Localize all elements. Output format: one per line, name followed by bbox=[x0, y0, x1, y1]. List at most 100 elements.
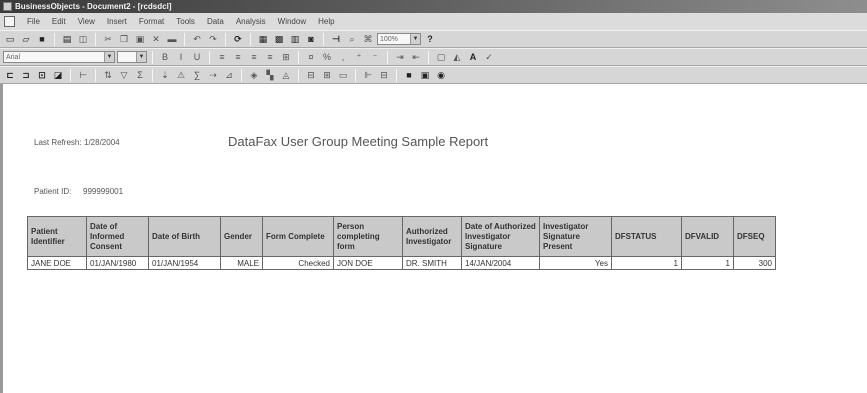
column-header[interactable]: Patient Identifier bbox=[27, 216, 87, 257]
column-header[interactable]: Gender bbox=[220, 216, 263, 257]
filter-icon[interactable]: ▽ bbox=[117, 69, 131, 82]
find-icon[interactable]: ⌘ bbox=[361, 33, 375, 46]
column-header[interactable]: Date of Authorized Investigator Signatur… bbox=[461, 216, 540, 257]
bold-icon[interactable]: B bbox=[158, 51, 172, 64]
report-manager-icon[interactable]: ◬ bbox=[279, 69, 293, 82]
publish-icon[interactable]: ■ bbox=[402, 69, 416, 82]
cell-person-completing-form[interactable]: JON DOE bbox=[333, 256, 403, 270]
menu-window[interactable]: Window bbox=[272, 17, 312, 26]
open-icon[interactable]: ▱ bbox=[19, 33, 33, 46]
variable-icon[interactable]: ⇢ bbox=[206, 69, 220, 82]
border-icon[interactable]: ▢ bbox=[434, 51, 448, 64]
print-icon[interactable]: ▤ bbox=[60, 33, 74, 46]
outline-icon[interactable]: ⊿ bbox=[222, 69, 236, 82]
column-header[interactable]: Authorized Investigator bbox=[402, 216, 462, 257]
outdent-icon[interactable]: ⇤ bbox=[409, 51, 423, 64]
menu-insert[interactable]: Insert bbox=[101, 17, 133, 26]
insert-chart-icon[interactable]: ⊡ bbox=[35, 69, 49, 82]
font-size-select[interactable]: ▼ bbox=[117, 51, 147, 63]
cell-authorized-investigator[interactable]: DR. SMITH bbox=[402, 256, 462, 270]
column-header[interactable]: Person completing form bbox=[333, 216, 403, 257]
italic-icon[interactable]: I bbox=[174, 51, 188, 64]
ranking-icon[interactable]: ⇣ bbox=[158, 69, 172, 82]
menu-tools[interactable]: Tools bbox=[170, 17, 201, 26]
undo-icon[interactable]: ↶ bbox=[190, 33, 204, 46]
insert-cell-icon[interactable]: ◪ bbox=[51, 69, 65, 82]
justify-icon[interactable]: ≡ bbox=[263, 51, 277, 64]
alerter-icon[interactable]: ⚠ bbox=[174, 69, 188, 82]
analysis-icon[interactable]: ◙ bbox=[304, 33, 318, 46]
zoom-icon[interactable]: ⌕ bbox=[345, 33, 359, 46]
cell-date-of-signature[interactable]: 14/JAN/2004 bbox=[461, 256, 540, 270]
menu-edit[interactable]: Edit bbox=[46, 17, 72, 26]
percent-icon[interactable]: % bbox=[320, 51, 334, 64]
font-color-icon[interactable]: A bbox=[466, 51, 480, 64]
underline-icon[interactable]: U bbox=[190, 51, 204, 64]
sort-icon[interactable]: ⇅ bbox=[101, 69, 115, 82]
cell-date-of-birth[interactable]: 01/JAN/1954 bbox=[148, 256, 221, 270]
cell-form-complete[interactable]: Checked bbox=[262, 256, 334, 270]
freeze-icon[interactable]: ⊩ bbox=[361, 69, 375, 82]
align-right-icon[interactable]: ≡ bbox=[247, 51, 261, 64]
align-center-icon[interactable]: ≡ bbox=[231, 51, 245, 64]
structure-icon[interactable]: ⊟ bbox=[304, 69, 318, 82]
menu-format[interactable]: Format bbox=[133, 17, 170, 26]
save-icon[interactable]: ■ bbox=[35, 33, 49, 46]
column-header[interactable]: DFSEQ bbox=[733, 216, 776, 257]
chart-icon[interactable]: ▥ bbox=[288, 33, 302, 46]
help-icon[interactable]: ? bbox=[423, 33, 437, 46]
chevron-down-icon[interactable]: ▼ bbox=[410, 34, 420, 44]
document-icon[interactable] bbox=[4, 16, 15, 27]
page-layout-icon[interactable]: ▭ bbox=[336, 69, 350, 82]
column-header[interactable]: Date of Informed Consent bbox=[86, 216, 149, 257]
menu-file[interactable]: File bbox=[21, 17, 46, 26]
print-preview-icon[interactable]: ◫ bbox=[76, 33, 90, 46]
chevron-down-icon[interactable]: ▼ bbox=[136, 52, 146, 62]
merge-icon[interactable]: ⊞ bbox=[279, 51, 293, 64]
format-painter-icon[interactable]: ▬ bbox=[165, 33, 179, 46]
check-icon[interactable]: ✓ bbox=[482, 51, 496, 64]
align-left-icon[interactable]: ≡ bbox=[215, 51, 229, 64]
new-icon[interactable]: ▭ bbox=[3, 33, 17, 46]
menu-data[interactable]: Data bbox=[201, 17, 230, 26]
paste-icon[interactable]: ▣ bbox=[133, 33, 147, 46]
column-header[interactable]: Investigator Signature Present bbox=[539, 216, 612, 257]
menu-help[interactable]: Help bbox=[312, 17, 340, 26]
grid-icon[interactable]: ⊞ bbox=[320, 69, 334, 82]
cell-gender[interactable]: MALE bbox=[220, 256, 263, 270]
currency-icon[interactable]: ¤ bbox=[304, 51, 318, 64]
cell-dfvalid[interactable]: 1 bbox=[681, 256, 734, 270]
column-header[interactable]: Date of Birth bbox=[148, 216, 221, 257]
cell-dfseq[interactable]: 300 bbox=[733, 256, 776, 270]
drill-icon[interactable]: ⊣ bbox=[329, 33, 343, 46]
menu-view[interactable]: View bbox=[72, 17, 101, 26]
insert-crosstab-icon[interactable]: ⊐ bbox=[19, 69, 33, 82]
break-icon[interactable]: ⊢ bbox=[76, 69, 90, 82]
calculation-icon[interactable]: ∑ bbox=[190, 69, 204, 82]
cell-signature-present[interactable]: Yes bbox=[539, 256, 612, 270]
drill-mode-icon[interactable]: ▚ bbox=[263, 69, 277, 82]
column-header[interactable]: Form Complete bbox=[262, 216, 334, 257]
cell-dfstatus[interactable]: 1 bbox=[611, 256, 682, 270]
crosstab-icon[interactable]: ▩ bbox=[272, 33, 286, 46]
report-table[interactable]: Patient Identifier Date of Informed Cons… bbox=[27, 216, 776, 270]
broadcast-icon[interactable]: ◉ bbox=[434, 69, 448, 82]
chevron-down-icon[interactable]: ▼ bbox=[104, 52, 114, 62]
copy-icon[interactable]: ❐ bbox=[117, 33, 131, 46]
delete-icon[interactable]: ✕ bbox=[149, 33, 163, 46]
cut-icon[interactable]: ✂ bbox=[101, 33, 115, 46]
increase-decimal-icon[interactable]: ⁺ bbox=[352, 51, 366, 64]
cell-date-of-informed-consent[interactable]: 01/JAN/1980 bbox=[86, 256, 149, 270]
insert-table-icon[interactable]: ⊏ bbox=[3, 69, 17, 82]
column-header[interactable]: DFVALID bbox=[681, 216, 734, 257]
decrease-decimal-icon[interactable]: ⁻ bbox=[368, 51, 382, 64]
table-icon[interactable]: ▦ bbox=[256, 33, 270, 46]
font-name-select[interactable]: Arial ▼ bbox=[3, 51, 115, 63]
redo-icon[interactable]: ↷ bbox=[206, 33, 220, 46]
sum-icon[interactable]: Σ bbox=[133, 69, 147, 82]
menu-analysis[interactable]: Analysis bbox=[230, 17, 272, 26]
indent-icon[interactable]: ⇥ bbox=[393, 51, 407, 64]
column-header[interactable]: DFSTATUS bbox=[611, 216, 682, 257]
comma-icon[interactable]: , bbox=[336, 51, 350, 64]
schedule-icon[interactable]: ▣ bbox=[418, 69, 432, 82]
